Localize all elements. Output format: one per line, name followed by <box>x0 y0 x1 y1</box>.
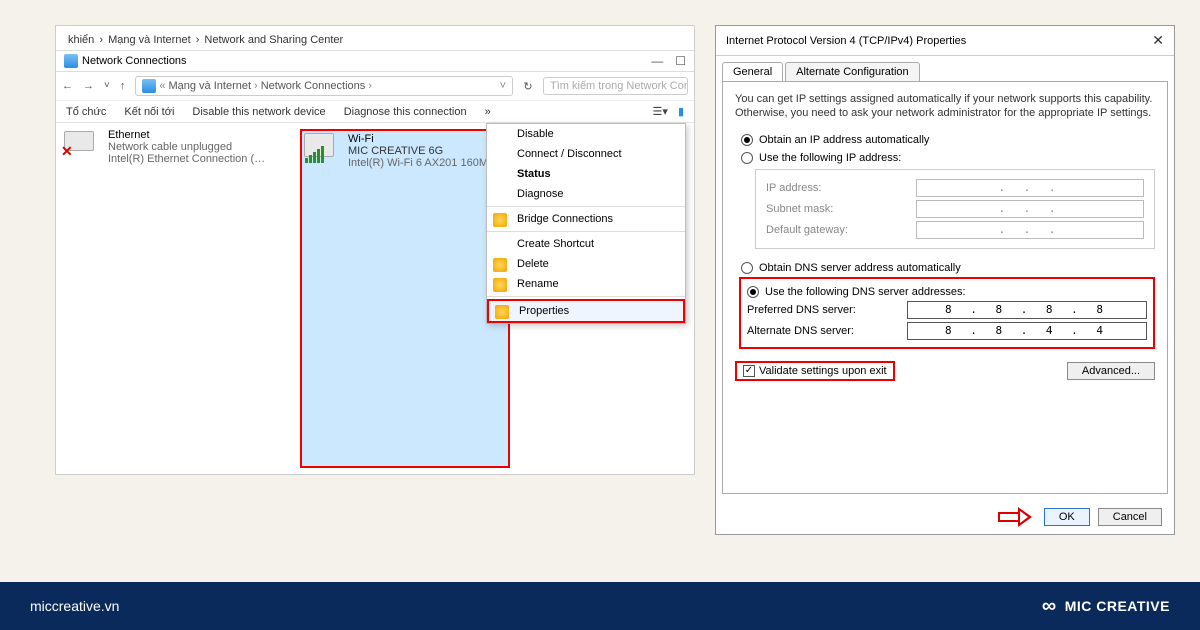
up-button[interactable]: ˅ <box>104 80 110 92</box>
footer-logo: ∞ MIC CREATIVE <box>1042 595 1170 618</box>
adapter-name: Ethernet <box>108 129 268 141</box>
subnet-mask-input: . . . <box>916 200 1144 218</box>
forward-button[interactable]: → <box>83 80 94 92</box>
toolbar: Tổ chức Kết nối tới Disable this network… <box>56 101 694 123</box>
breadcrumb-box[interactable]: « Mạng và Internet › Network Connections… <box>135 76 513 96</box>
ip-address-input: . . . <box>916 179 1144 197</box>
menu-status[interactable]: Status <box>487 164 685 184</box>
wifi-icon <box>304 133 342 161</box>
ipv4-properties-dialog: Internet Protocol Version 4 (TCP/IPv4) P… <box>715 25 1175 535</box>
crumb[interactable]: Mạng và Internet <box>168 80 251 92</box>
advanced-button[interactable]: Advanced... <box>1067 362 1155 380</box>
address-bar: ← → ˅ ↑ « Mạng và Internet › Network Con… <box>56 72 694 101</box>
menu-connect[interactable]: Connect / Disconnect <box>487 144 685 164</box>
shield-icon <box>493 258 507 272</box>
more-button[interactable]: » <box>485 106 491 118</box>
ethernet-icon: ✕ <box>64 129 102 157</box>
adapter-wifi[interactable]: Wi-Fi MIC CREATIVE 6G Intel(R) Wi-Fi 6 A… <box>300 129 510 468</box>
search-input[interactable]: Tìm kiếm trong Network Con <box>543 77 688 95</box>
tab-alternate[interactable]: Alternate Configuration <box>785 62 920 81</box>
description-text: You can get IP settings assigned automat… <box>735 92 1155 121</box>
adapters-area: ✕ Ethernet Network cable unplugged Intel… <box>56 123 694 474</box>
footer-bar: miccreative.vn ∞ MIC CREATIVE <box>0 582 1200 630</box>
adapter-device: Intel(R) Wi-Fi 6 AX201 160MHz <box>348 157 501 169</box>
radio-dns-manual[interactable]: Use the following DNS server addresses: <box>747 286 1147 298</box>
gateway-input: . . . <box>916 221 1144 239</box>
radio-icon <box>741 134 753 146</box>
tab-general[interactable]: General <box>722 62 783 81</box>
subnet-mask-label: Subnet mask: <box>766 203 916 215</box>
network-connections-window: khiển › Mạng và Internet › Network and S… <box>55 25 695 475</box>
arrow-annotation <box>998 508 1032 526</box>
parent-breadcrumb[interactable]: khiển › Mạng và Internet › Network and S… <box>56 26 694 50</box>
shield-icon <box>495 305 509 319</box>
radio-icon <box>741 152 753 164</box>
dns-block: Use the following DNS server addresses: … <box>739 277 1155 349</box>
crumb[interactable]: khiển <box>68 34 94 46</box>
organize-button[interactable]: Tổ chức <box>66 106 106 118</box>
minimize-button[interactable]: — <box>651 54 663 68</box>
cancel-button[interactable]: Cancel <box>1098 508 1162 526</box>
radio-dns-auto[interactable]: Obtain DNS server address automatically <box>741 262 1155 274</box>
window-title: Network Connections <box>82 55 651 67</box>
menu-properties[interactable]: Properties <box>487 299 685 323</box>
menu-rename[interactable]: Rename <box>487 274 685 294</box>
gateway-label: Default gateway: <box>766 224 916 236</box>
adapter-device: Intel(R) Ethernet Connection (16) I... <box>108 153 268 165</box>
ip-fields: IP address:. . . Subnet mask:. . . Defau… <box>755 169 1155 249</box>
maximize-button[interactable]: ☐ <box>675 54 686 68</box>
tabs: General Alternate Configuration <box>716 56 1174 81</box>
shield-icon <box>493 278 507 292</box>
radio-ip-manual[interactable]: Use the following IP address: <box>741 152 1155 164</box>
menu-diagnose[interactable]: Diagnose <box>487 184 685 204</box>
dialog-title: Internet Protocol Version 4 (TCP/IPv4) P… <box>726 35 1152 47</box>
alternate-dns-input[interactable]: 8 . 8 . 4 . 4 <box>907 322 1147 340</box>
close-button[interactable]: ✕ <box>1152 32 1164 49</box>
menu-disable[interactable]: Disable <box>487 124 685 144</box>
dropdown-icon[interactable]: ˅ <box>500 80 506 92</box>
ip-address-label: IP address: <box>766 182 916 194</box>
shield-icon <box>493 213 507 227</box>
details-pane-icon[interactable]: ▮ <box>678 105 684 118</box>
infinity-icon: ∞ <box>1042 595 1057 618</box>
adapter-name: Wi-Fi <box>348 133 501 145</box>
radio-icon <box>741 262 753 274</box>
tab-body: You can get IP settings assigned automat… <box>722 81 1168 494</box>
radio-ip-auto[interactable]: Obtain an IP address automatically <box>741 134 1155 146</box>
window-titlebar: Network Connections — ☐ <box>56 50 694 72</box>
dialog-buttons: OK Cancel <box>716 500 1174 534</box>
diagnose-button[interactable]: Diagnose this connection <box>344 106 467 118</box>
footer-brand: MIC CREATIVE <box>1065 598 1170 614</box>
footer-site: miccreative.vn <box>30 598 119 614</box>
menu-bridge[interactable]: Bridge Connections <box>487 209 685 229</box>
back-button[interactable]: ← <box>62 80 73 92</box>
preferred-dns-label: Preferred DNS server: <box>747 304 907 316</box>
menu-delete[interactable]: Delete <box>487 254 685 274</box>
ok-button[interactable]: OK <box>1044 508 1090 526</box>
adapter-ssid: MIC CREATIVE 6G <box>348 145 501 157</box>
disable-device-button[interactable]: Disable this network device <box>192 106 325 118</box>
preferred-dns-input[interactable]: 8 . 8 . 8 . 8 <box>907 301 1147 319</box>
menu-shortcut[interactable]: Create Shortcut <box>487 234 685 254</box>
view-icon[interactable]: ☰▾ <box>653 105 668 118</box>
validate-checkbox[interactable]: ✓ Validate settings upon exit <box>735 361 895 381</box>
checkbox-icon: ✓ <box>743 365 755 377</box>
network-icon <box>64 54 78 68</box>
network-icon <box>142 79 156 93</box>
dialog-titlebar: Internet Protocol Version 4 (TCP/IPv4) P… <box>716 26 1174 56</box>
crumb[interactable]: Mạng và Internet <box>108 34 191 46</box>
connect-to-button[interactable]: Kết nối tới <box>124 106 174 118</box>
alternate-dns-label: Alternate DNS server: <box>747 325 907 337</box>
adapter-ethernet[interactable]: ✕ Ethernet Network cable unplugged Intel… <box>64 129 274 468</box>
radio-icon <box>747 286 759 298</box>
crumb[interactable]: Network Connections <box>261 80 366 92</box>
adapter-status: Network cable unplugged <box>108 141 268 153</box>
up-button[interactable]: ↑ <box>120 80 126 92</box>
refresh-button[interactable]: ↻ <box>517 80 539 93</box>
crumb[interactable]: Network and Sharing Center <box>204 34 343 46</box>
context-menu: Disable Connect / Disconnect Status Diag… <box>486 123 686 324</box>
